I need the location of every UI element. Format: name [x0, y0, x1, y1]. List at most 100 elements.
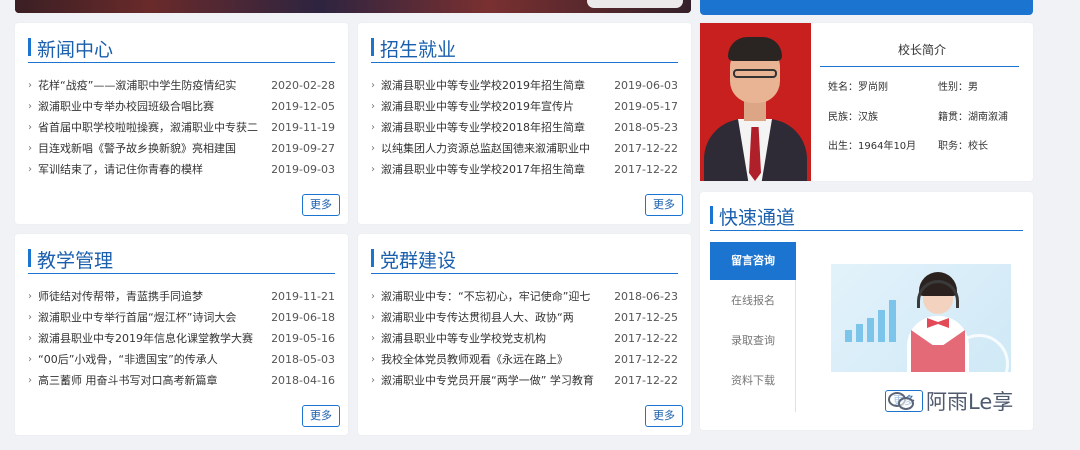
illus-bar [867, 318, 874, 342]
recruit-more-button[interactable]: 更多 [645, 194, 683, 216]
item-title[interactable]: 溆浦县职业中专2019年信息化课堂教学大赛 [38, 328, 268, 349]
list-item[interactable]: › 溆浦县职业中等专业学校2018年招生简章 2018-05-23 [371, 117, 678, 138]
photo-glasses [733, 69, 777, 78]
item-title[interactable]: 溆浦职业中专举办校园班级合唱比赛 [38, 96, 268, 117]
chevron-right-icon: › [371, 354, 375, 365]
recruit-header: 招生就业 [371, 36, 678, 63]
item-title[interactable]: 溆浦职业中专举行首届“煜江杯”诗词大会 [38, 307, 268, 328]
principal-birth: 出生：1964年10月 [828, 141, 917, 152]
chevron-right-icon: › [28, 354, 32, 365]
principal-ethnicity: 民族：汉族 [828, 112, 878, 123]
list-item[interactable]: › 以纯集团人力资源总监赵国德来溆浦职业中 2017-12-22 [371, 138, 678, 159]
item-title[interactable]: 溆浦职业中专党员开展“两学一做” 学习教育 [381, 370, 611, 391]
list-item[interactable]: › 溆浦县职业中等专业学校2019年宣传片 2019-05-17 [371, 96, 678, 117]
item-date: 2019-05-17 [614, 100, 678, 113]
chevron-right-icon: › [28, 164, 32, 175]
tab-consult[interactable]: 留言咨询 [710, 242, 796, 280]
quick-title: 快速通道 [719, 207, 796, 229]
chevron-right-icon: › [371, 143, 375, 154]
news-list: › 花样“战疫”——溆浦职中学生防疫情纪实 2020-02-28 › 溆浦职业中专举办… [28, 75, 335, 180]
principal-photo [700, 23, 811, 181]
item-title[interactable]: 高三蓄师 用奋斗书写对口高考新篇章 [38, 370, 268, 391]
list-item[interactable]: › 我校全体党员教师观看《永远在路上》 2017-12-22 [371, 349, 678, 370]
list-item[interactable]: › 花样“战疫”——溆浦职中学生防疫情纪实 2020-02-28 [28, 75, 335, 96]
banner-button[interactable] [587, 0, 683, 8]
item-date: 2020-02-28 [271, 79, 335, 92]
tab-admission-query[interactable]: 录取查询 [710, 322, 796, 360]
item-date: 2019-06-03 [614, 79, 678, 92]
list-item[interactable]: › 溆浦职业中专传达贯彻县人大、政协“两 2017-12-25 [371, 307, 678, 328]
teaching-more-button[interactable]: 更多 [302, 405, 340, 427]
teaching-header: 教学管理 [28, 247, 335, 274]
item-title[interactable]: 军训结束了，请记住你青春的模样 [38, 159, 268, 180]
item-title[interactable]: 目连戏新唱《警予故乡换新貌》亮相建国 [38, 138, 268, 159]
item-date: 2017-12-22 [614, 374, 678, 387]
chevron-right-icon: › [28, 122, 32, 133]
item-title[interactable]: 以纯集团人力资源总监赵国德来溆浦职业中 [381, 138, 611, 159]
news-header: 新闻中心 [28, 36, 335, 63]
item-date: 2019-12-05 [271, 100, 335, 113]
list-item[interactable]: › 军训结束了，请记住你青春的模样 2019-09-03 [28, 159, 335, 180]
principal-gender: 性别：男 [938, 82, 978, 93]
chevron-right-icon: › [28, 291, 32, 302]
list-item[interactable]: › 溆浦职业中专举办校园班级合唱比赛 2019-12-05 [28, 96, 335, 117]
list-item[interactable]: › 高三蓄师 用奋斗书写对口高考新篇章 2018-04-16 [28, 370, 335, 391]
item-title[interactable]: 溆浦县职业中等专业学校2018年招生简章 [381, 117, 611, 138]
item-date: 2017-12-22 [614, 163, 678, 176]
item-date: 2018-05-03 [271, 353, 335, 366]
item-title[interactable]: 溆浦县职业中等专业学校2017年招生简章 [381, 159, 611, 180]
principal-position: 职务：校长 [938, 141, 988, 152]
chevron-right-icon: › [371, 164, 375, 175]
item-title[interactable]: 溆浦县职业中等专业学校2019年宣传片 [381, 96, 611, 117]
list-item[interactable]: › 溆浦县职业中等专业学校2019年招生简章 2019-06-03 [371, 75, 678, 96]
item-title[interactable]: 花样“战疫”——溆浦职中学生防疫情纪实 [38, 75, 268, 96]
list-item[interactable]: › “00后”小戏骨，“非遗国宝”的传承人 2018-05-03 [28, 349, 335, 370]
chevron-right-icon: › [28, 333, 32, 344]
illus-bar [889, 300, 896, 342]
list-item[interactable]: › 省首届中职学校啦啦操赛，溆浦职业中专获二 2019-11-19 [28, 117, 335, 138]
item-date: 2017-12-25 [614, 311, 678, 324]
list-item[interactable]: › 师徒结对传帮带，青蓝携手同追梦 2019-11-21 [28, 286, 335, 307]
tab-download[interactable]: 资料下载 [710, 362, 796, 400]
teaching-list: › 师徒结对传帮带，青蓝携手同追梦 2019-11-21 › 溆浦职业中专举行首届“煜… [28, 286, 335, 391]
item-title[interactable]: 溆浦职业中专传达贯彻县人大、政协“两 [381, 307, 611, 328]
list-item[interactable]: › 溆浦职业中专举行首届“煜江杯”诗词大会 2019-06-18 [28, 307, 335, 328]
item-title[interactable]: 我校全体党员教师观看《永远在路上》 [381, 349, 611, 370]
chevron-right-icon: › [28, 101, 32, 112]
list-item[interactable]: › 目连戏新唱《警予故乡换新貌》亮相建国 2019-09-27 [28, 138, 335, 159]
teaching-card: 教学管理 › 师徒结对传帮带，青蓝携手同追梦 2019-11-21 › 溆浦职业中专举… [15, 234, 348, 435]
news-title: 新闻中心 [37, 39, 114, 61]
list-item[interactable]: › 溆浦职业中专党员开展“两学一做” 学习教育 2017-12-22 [371, 370, 678, 391]
title-bar-decoration [28, 38, 31, 56]
item-title[interactable]: 溆浦职业中专：“不忘初心，牢记使命”迎七 [381, 286, 611, 307]
title-bar-decoration [28, 249, 31, 267]
party-list: › 溆浦职业中专：“不忘初心，牢记使命”迎七 2018-06-23 › 溆浦职业中专传… [371, 286, 678, 391]
top-banner [15, 0, 691, 13]
list-item[interactable]: › 溆浦县职业中专2019年信息化课堂教学大赛 2019-05-16 [28, 328, 335, 349]
principal-origin: 籍贯：湖南溆浦 [938, 112, 1008, 123]
title-bar-decoration [371, 249, 374, 267]
list-item[interactable]: › 溆浦职业中专：“不忘初心，牢记使命”迎七 2018-06-23 [371, 286, 678, 307]
item-title[interactable]: 溆浦县职业中等专业学校党支机构 [381, 328, 611, 349]
party-more-button[interactable]: 更多 [645, 405, 683, 427]
item-title[interactable]: 溆浦县职业中等专业学校2019年招生简章 [381, 75, 611, 96]
chevron-right-icon: › [371, 333, 375, 344]
chevron-right-icon: › [371, 80, 375, 91]
item-title[interactable]: 省首届中职学校啦啦操赛，溆浦职业中专获二 [38, 117, 268, 138]
principal-title: 校长简介 [897, 43, 946, 57]
item-date: 2019-11-21 [271, 290, 335, 303]
tab-online-apply[interactable]: 在线报名 [710, 282, 796, 320]
recruit-title: 招生就业 [380, 39, 457, 61]
quick-header: 快速通道 [710, 204, 1023, 231]
quick-tabs: 留言咨询 在线报名 录取查询 资料下载 [710, 242, 796, 412]
item-title[interactable]: “00后”小戏骨，“非遗国宝”的传承人 [38, 349, 268, 370]
list-item[interactable]: › 溆浦县职业中等专业学校2017年招生简章 2017-12-22 [371, 159, 678, 180]
list-item[interactable]: › 溆浦县职业中等专业学校党支机构 2017-12-22 [371, 328, 678, 349]
chevron-right-icon: › [28, 375, 32, 386]
wechat-icon [888, 390, 918, 412]
top-right-button[interactable] [700, 0, 1033, 15]
item-title[interactable]: 师徒结对传帮带，青蓝携手同追梦 [38, 286, 268, 307]
item-date: 2019-05-16 [271, 332, 335, 345]
news-more-button[interactable]: 更多 [302, 194, 340, 216]
chevron-right-icon: › [28, 312, 32, 323]
